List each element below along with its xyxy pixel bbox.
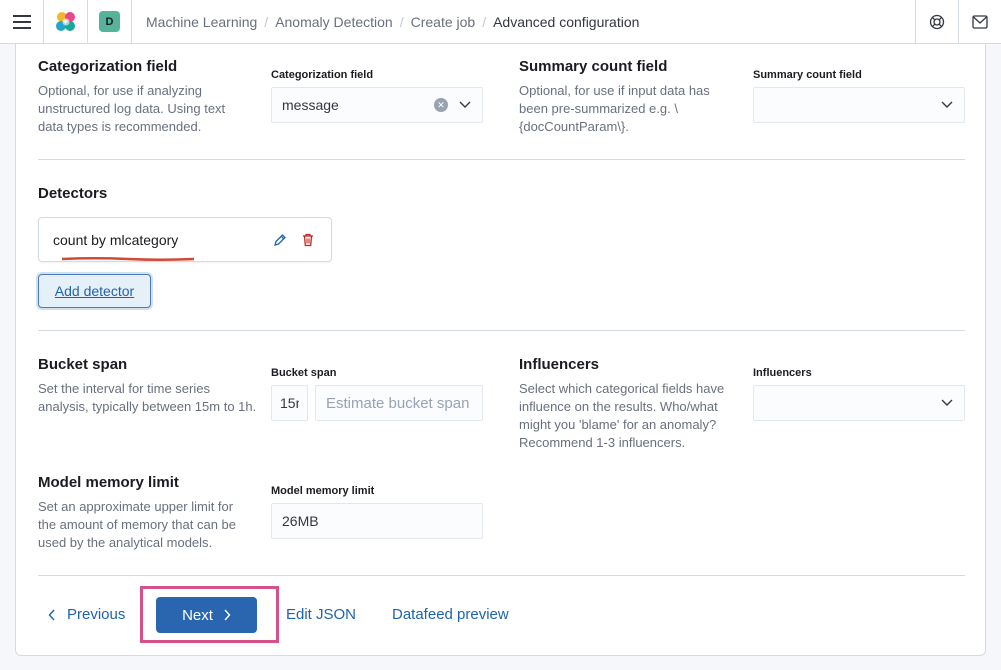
next-button[interactable]: Next xyxy=(156,597,257,633)
section-divider xyxy=(38,575,965,576)
clear-icon[interactable]: ✕ xyxy=(434,98,448,112)
edit-json-button[interactable]: Edit JSON xyxy=(286,606,356,623)
section-divider xyxy=(38,159,965,160)
top-header: D Machine Learning / Anomaly Detection /… xyxy=(0,0,1001,44)
estimate-bucket-span-button[interactable]: Estimate bucket span xyxy=(315,385,483,421)
summary-count-field-description: Optional, for use if input data has been… xyxy=(519,83,710,134)
section-divider xyxy=(38,330,965,331)
bucket-span-value: 15m xyxy=(280,395,299,411)
chevron-right-icon xyxy=(224,609,231,621)
chevron-down-icon[interactable] xyxy=(940,396,954,410)
add-detector-button[interactable]: Add detector xyxy=(38,274,151,308)
influencers-select[interactable] xyxy=(753,385,965,421)
menu-icon xyxy=(12,14,31,29)
categorization-field-description: Optional, for use if analyzing unstructu… xyxy=(38,83,226,134)
next-label: Next xyxy=(182,606,213,624)
space-selector[interactable]: D xyxy=(88,0,132,44)
mail-icon xyxy=(972,14,988,29)
newsfeed-button[interactable] xyxy=(958,0,1001,44)
hamburger-menu-button[interactable] xyxy=(0,0,44,44)
breadcrumb-machine-learning[interactable]: Machine Learning xyxy=(146,14,257,30)
elastic-logo-icon xyxy=(55,11,75,31)
job-wizard-panel: Categorization field Optional, for use i… xyxy=(15,44,986,656)
categorization-field-title: Categorization field xyxy=(38,58,178,75)
chevron-down-icon[interactable] xyxy=(940,98,954,112)
categorization-field-label: Categorization field xyxy=(271,69,374,81)
help-button[interactable] xyxy=(915,0,958,44)
summary-count-field-select[interactable] xyxy=(753,87,965,123)
breadcrumb-anomaly-detection[interactable]: Anomaly Detection xyxy=(275,14,393,30)
model-memory-limit-title: Model memory limit xyxy=(38,474,179,491)
breadcrumb: Machine Learning / Anomaly Detection / C… xyxy=(132,14,915,30)
previous-button[interactable]: Previous xyxy=(48,606,125,623)
bucket-span-description: Set the interval for time series analysi… xyxy=(38,381,257,414)
model-memory-limit-label: Model memory limit xyxy=(271,485,375,497)
influencers-label: Influencers xyxy=(753,367,812,379)
previous-label: Previous xyxy=(67,606,126,623)
influencers-title: Influencers xyxy=(519,356,600,373)
estimate-bucket-span-label: Estimate bucket span xyxy=(326,394,470,412)
chevron-left-icon xyxy=(48,609,55,620)
pencil-edit-icon[interactable] xyxy=(271,231,289,249)
detector-label: count by mlcategory xyxy=(53,231,179,248)
breadcrumb-advanced-configuration: Advanced configuration xyxy=(493,13,640,30)
categorization-field-select[interactable]: message ✕ xyxy=(271,87,483,123)
model-memory-limit-description: Set an approximate upper limit for the a… xyxy=(38,499,236,550)
elastic-logo[interactable] xyxy=(44,0,88,44)
detectors-title: Detectors xyxy=(38,185,108,202)
detector-annotation-underline xyxy=(62,257,194,261)
help-lifebuoy-icon xyxy=(929,14,945,29)
bucket-span-input[interactable]: 15m xyxy=(271,385,308,421)
header-actions xyxy=(915,0,1001,44)
detector-card: count by mlcategory xyxy=(38,217,332,262)
model-memory-limit-input[interactable]: 26MB xyxy=(271,503,483,539)
datafeed-preview-button[interactable]: Datafeed preview xyxy=(392,606,509,623)
categorization-field-value: message xyxy=(282,97,339,113)
model-memory-limit-value: 26MB xyxy=(282,513,319,529)
summary-count-field-label: Summary count field xyxy=(753,69,862,81)
breadcrumb-separator: / xyxy=(264,13,269,30)
trash-delete-icon[interactable] xyxy=(299,231,317,249)
influencers-description: Select which categorical fields have inf… xyxy=(519,381,725,450)
breadcrumb-separator: / xyxy=(399,13,404,30)
space-avatar[interactable]: D xyxy=(99,11,120,32)
bucket-span-title: Bucket span xyxy=(38,356,128,373)
summary-count-field-title: Summary count field xyxy=(519,58,668,75)
breadcrumb-create-job[interactable]: Create job xyxy=(411,14,476,30)
chevron-down-icon[interactable] xyxy=(458,98,472,112)
bucket-span-label: Bucket span xyxy=(271,367,337,379)
breadcrumb-separator: / xyxy=(482,13,487,30)
